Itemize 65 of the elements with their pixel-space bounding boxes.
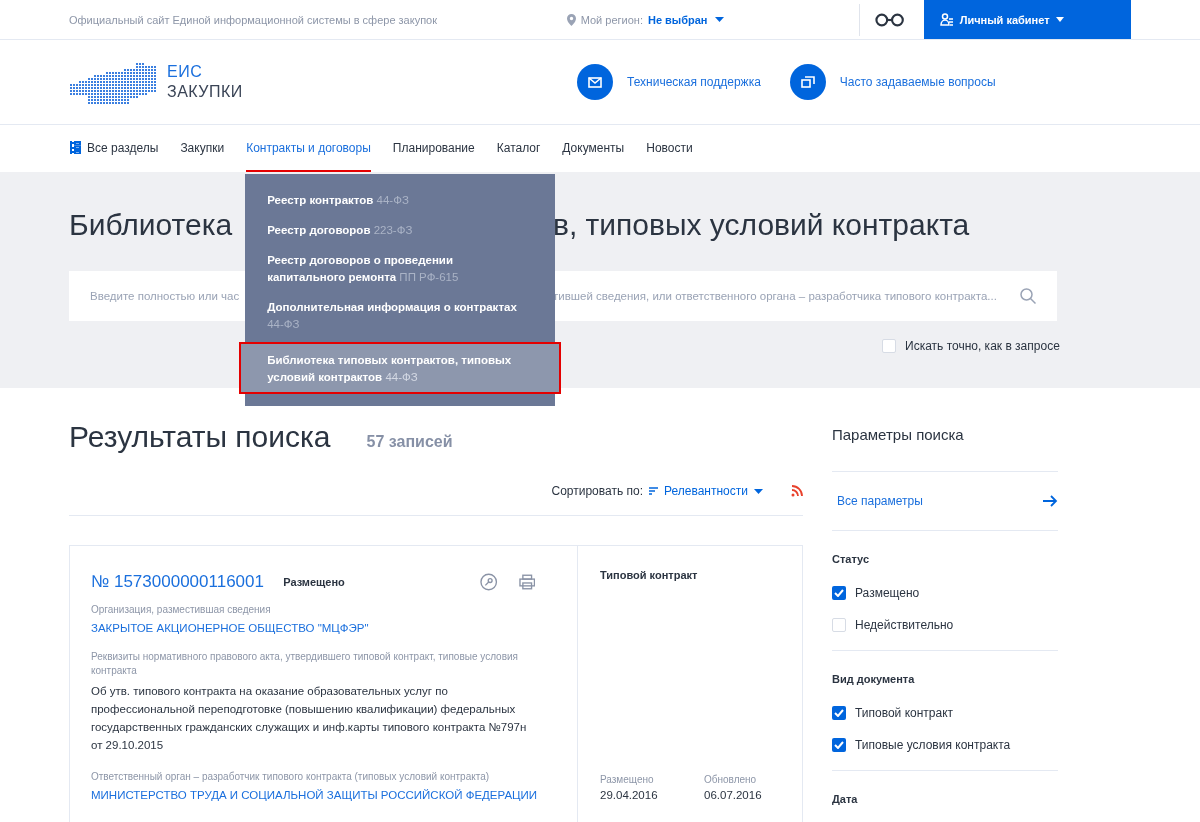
print-icon[interactable] — [518, 574, 535, 590]
status-text: Размещено — [283, 576, 346, 588]
checkbox-label: Искать точно, как в запросе — [905, 339, 1060, 353]
sort-dropdown[interactable]: Релевантности — [649, 484, 763, 498]
field-label: Реквизиты нормативного правового акта, утвердившего типовой контракт, типовые условия контракта — [91, 650, 519, 678]
faq-link[interactable]: Часто задаваемые вопросы — [789, 64, 996, 100]
key-icon[interactable] — [480, 573, 498, 591]
sections-icon[interactable] — [69, 141, 81, 154]
page-title: в, типовых условий контракта — [553, 208, 971, 243]
organization-link[interactable]: ЗАКРЫТОЕ АКЦИОНЕРНОЕ ОБЩЕСТВО "МЦФЭР" — [91, 622, 556, 634]
site-title: Официальный сайт Единой информационной системы в сфере закупок — [69, 13, 439, 26]
field-label: Ответственный орган – разработчик типового контракта (типовых условий контракта) — [91, 770, 491, 784]
checkbox-label: Типовой контракт — [855, 706, 954, 720]
menu-item[interactable]: Реестр договоров 223-ФЗ — [245, 216, 556, 246]
nav-tab[interactable]: Документы — [562, 125, 625, 172]
filter-group-title: Дата — [832, 793, 859, 805]
sidebar-title: Параметры поиска — [832, 426, 1058, 472]
menu-item[interactable]: Библиотека типовых контрактов, типовых условий контрактов 44-ФЗ — [241, 344, 560, 392]
glasses-icon[interactable] — [874, 12, 906, 27]
authority-link[interactable]: МИНИСТЕРСТВО ТРУДА И СОЦИАЛЬНОЙ ЗАЩИТЫ РОССИЙСКОЙ ФЕДЕРАЦИИ — [91, 789, 556, 801]
checkbox[interactable] — [832, 738, 846, 752]
nav-tab[interactable]: Закупки — [180, 125, 225, 172]
sort-icon[interactable] — [649, 487, 659, 495]
checkbox-label: Типовые условия контракта — [855, 738, 1011, 752]
mail-icon[interactable] — [588, 76, 602, 88]
page-title: Библиотека — [69, 208, 234, 243]
logo-title: ЕИС — [167, 62, 204, 82]
results-count: 57 записей — [366, 433, 453, 451]
caret-icon[interactable] — [714, 17, 724, 22]
checkbox[interactable] — [832, 618, 846, 632]
caret-icon[interactable] — [1055, 17, 1064, 22]
checkbox[interactable] — [832, 706, 846, 720]
arrow-right-icon[interactable] — [1043, 495, 1058, 507]
all-parameters-link[interactable]: Все параметры — [832, 472, 1058, 531]
contract-number-link[interactable]: № 1573000000116001 — [91, 572, 284, 592]
checkbox-label: Недействительно — [855, 618, 954, 632]
checkbox[interactable] — [832, 586, 846, 600]
nav-tab[interactable]: Каталог — [496, 125, 541, 172]
nav-tab[interactable]: Новости — [646, 125, 693, 172]
date-label: Обновлено — [704, 774, 758, 785]
filter-group-title: Вид документа — [832, 673, 916, 685]
caret-icon[interactable] — [754, 488, 763, 494]
support-link[interactable]: Техническая поддержка — [577, 64, 761, 100]
field-value: Об утв. типового контракта на оказание образовательных услуг по профессиональной переподготовке (повышению квалификации) федеральных государственных гражданских служащих и инф.карты типового контракта №797н от 29.10.2015 — [91, 684, 528, 753]
date-value: 06.07.2016 — [704, 789, 763, 801]
location-pin-icon — [566, 13, 576, 26]
filter-group-title: Статус — [832, 553, 871, 565]
checkbox-label: Размещено — [855, 586, 920, 600]
date-label: Размещено — [600, 774, 655, 785]
date-value: 29.04.2016 — [600, 789, 659, 801]
region-label: Мой регион: — [580, 13, 643, 26]
nav-tab[interactable]: Планирование — [392, 125, 475, 172]
account-button[interactable]: Личный кабинет — [923, 0, 1131, 39]
results-title: Результаты поиска — [69, 420, 331, 454]
checkbox[interactable] — [882, 339, 896, 353]
document-type: Типовой контракт — [600, 569, 699, 581]
region-dropdown[interactable]: Не выбран — [647, 13, 724, 26]
sort-label: Сортировать по: — [551, 484, 644, 498]
logo-subtitle: ЗАКУПКИ — [167, 82, 244, 102]
user-icon[interactable] — [939, 13, 954, 26]
field-label: Организация, разместившая сведения — [91, 603, 272, 617]
windows-icon[interactable] — [800, 75, 815, 89]
nav-tab[interactable]: Все разделы — [69, 125, 159, 172]
rss-icon[interactable] — [791, 485, 803, 497]
menu-item[interactable]: Реестр контрактов 44-ФЗ — [245, 186, 556, 216]
